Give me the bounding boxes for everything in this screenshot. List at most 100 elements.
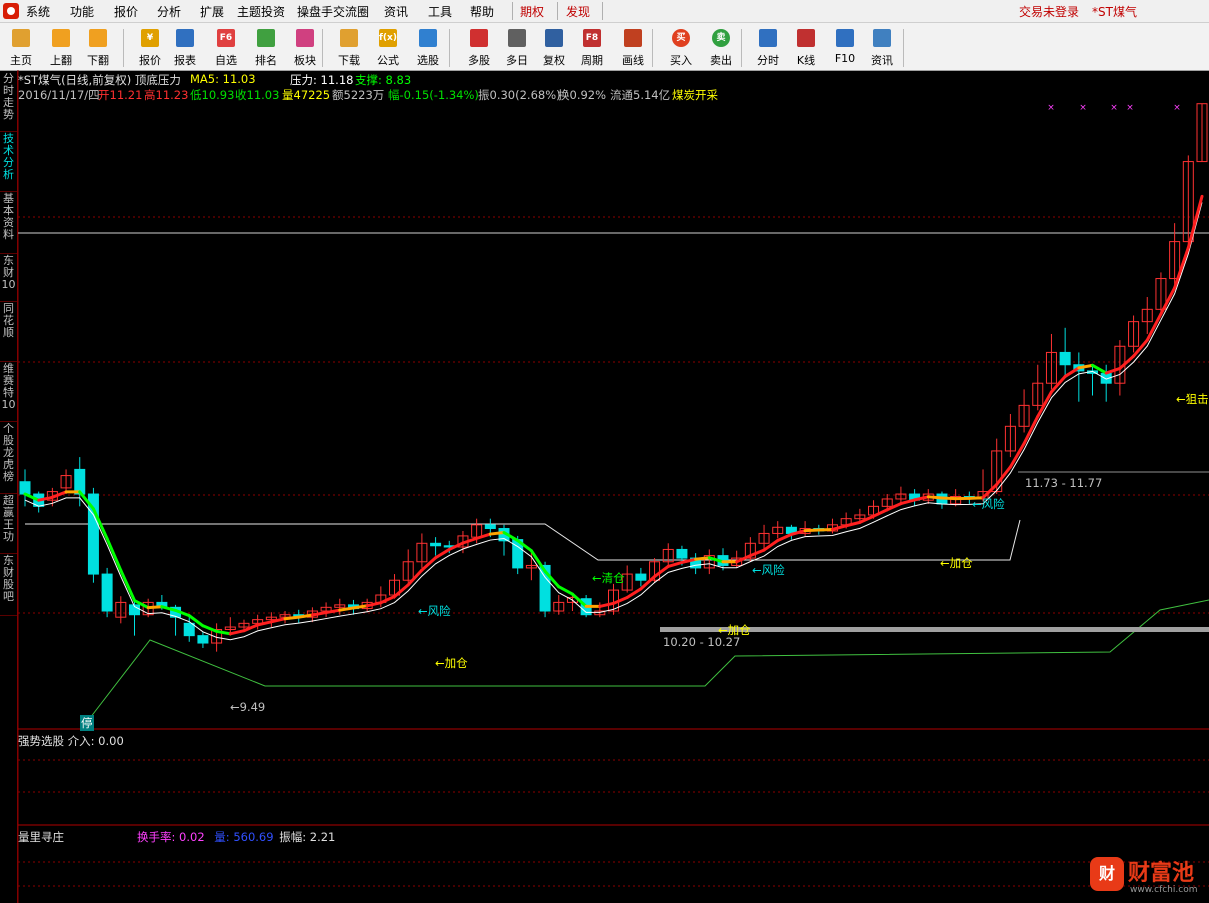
ma-line-segment	[858, 514, 876, 524]
toolbar-button-formula[interactable]: f(x) 公式	[368, 25, 408, 69]
toolbar-button-ranking[interactable]: 排名	[246, 25, 286, 69]
menu-analysis[interactable]: 分析	[157, 3, 181, 20]
candle-body	[662, 548, 674, 563]
menu-quote[interactable]: 报价	[114, 3, 138, 20]
side-tab-8[interactable]: 超赢王功	[0, 495, 17, 554]
side-tab-9[interactable]: 东财股吧	[0, 555, 17, 616]
indicator1-name[interactable]: 强势选股	[18, 734, 64, 748]
ma-line-segment	[1104, 366, 1122, 375]
menu-help[interactable]: 帮助	[470, 3, 494, 20]
toolbar-button-stock-pick[interactable]: 选股	[408, 25, 448, 69]
candle-body	[1141, 308, 1153, 323]
kline-chart[interactable]: × × × × ×	[0, 0, 1209, 903]
candle-body	[1169, 241, 1181, 280]
candle-body	[1045, 351, 1057, 384]
candle-body	[1114, 345, 1126, 384]
toolbar-button-sector[interactable]: 板块	[285, 25, 325, 69]
indicator2-name[interactable]: 量里寻庄	[18, 830, 64, 844]
toolbar-button-download[interactable]: 下载	[329, 25, 369, 69]
ma-line-segment	[680, 557, 698, 564]
candle-body	[717, 555, 729, 566]
toolbar: 主页 上翻 下翻 ¥ 报价 报表 F6 自选 排名 板块 下载 f(x) 公式 选股 多股 多日 复权 F8 周期画…	[0, 23, 1209, 71]
candle-body	[211, 628, 223, 644]
candle-body	[128, 604, 140, 616]
menu-theme-invest[interactable]: 主题投资	[237, 3, 285, 20]
ma-line-segment	[1063, 366, 1081, 378]
toolbar-label: 画线	[622, 54, 644, 67]
menu-options[interactable]: 期权	[520, 3, 544, 20]
candle-body	[471, 524, 483, 538]
indicator2-amplitude: 振幅: 2.21	[279, 830, 336, 844]
ma-line-segment	[187, 614, 205, 628]
side-tab-7[interactable]: 个股龙虎榜	[0, 423, 17, 494]
ma-line-segment	[146, 605, 164, 610]
ma-line-segment	[447, 541, 465, 551]
candle-body	[512, 539, 524, 569]
ma-line-segment	[132, 599, 150, 610]
header-field: 2016/11/17/四	[18, 88, 100, 102]
toolbar-button-draw-line[interactable]: 画线	[613, 25, 653, 69]
candle-body	[580, 598, 592, 616]
adjust-icon	[545, 29, 563, 47]
ma-line-segment	[488, 531, 506, 536]
ma-line-segment	[119, 568, 136, 603]
toolbar-button-report[interactable]: 报表	[165, 25, 205, 69]
candle-body	[594, 610, 606, 616]
ma-line-segment	[830, 524, 848, 531]
side-tab-3[interactable]: 基本资料	[0, 193, 17, 254]
side-tab-4[interactable]: 东财10	[0, 255, 17, 302]
menu-bar: 系统 功能 报价 分析 扩展 主题投资 操盘手交流圈 资讯 工具 帮助 期权 发…	[0, 0, 1209, 23]
toolbar-button-buy[interactable]: 买买入	[661, 25, 701, 69]
ma-line-segment	[557, 585, 574, 596]
side-tab-1[interactable]: 分时走势	[0, 73, 17, 132]
candle-body	[854, 514, 866, 520]
chart-annotation: ←风险	[972, 497, 1005, 511]
ma-line-segment	[844, 520, 862, 528]
toolbar-button-home[interactable]: 主页	[1, 25, 41, 69]
header-field: MA5: 11.03	[190, 72, 256, 86]
header-field: 振0.30(2.68%)	[478, 88, 561, 102]
toolbar-button-news[interactable]: 资讯	[862, 25, 902, 69]
menu-discover[interactable]: 发现	[566, 3, 590, 20]
toolbar-button-sell[interactable]: 卖卖出	[701, 25, 741, 69]
side-tab-6[interactable]: 维赛特10	[0, 363, 17, 422]
toolbar-button-f8[interactable]: F8 周期	[572, 25, 612, 69]
menu-system[interactable]: 系统	[26, 3, 50, 20]
kline-icon	[797, 29, 815, 47]
menu-trader-forum[interactable]: 操盘手交流圈	[297, 3, 369, 20]
signal-marker: ×	[1173, 103, 1181, 113]
side-tab-2[interactable]: 技术分析	[0, 133, 17, 192]
menu-news[interactable]: 资讯	[384, 3, 408, 20]
candle-body	[361, 601, 373, 610]
f10-icon	[836, 29, 854, 47]
candle-body	[19, 481, 31, 495]
toolbar-button-kline[interactable]: K线	[786, 25, 826, 69]
arrow-up-icon	[52, 29, 70, 47]
ma-line-segment	[666, 560, 684, 568]
toolbar-divider	[123, 29, 124, 67]
toolbar-button-f6[interactable]: F6 自选	[206, 25, 246, 69]
app-logo-icon	[3, 3, 19, 19]
toolbar-button-arrow-down[interactable]: 下翻	[78, 25, 118, 69]
ma-line-segment	[50, 490, 68, 499]
menu-function[interactable]: 功能	[70, 3, 94, 20]
menu-tools[interactable]: 工具	[428, 3, 452, 20]
ma-line-segment	[1036, 390, 1053, 418]
ma-line-segment	[242, 623, 260, 633]
report-icon	[176, 29, 194, 47]
login-status[interactable]: 交易未登录	[1019, 3, 1079, 20]
ma-line-segment	[269, 617, 287, 624]
news-icon	[873, 29, 891, 47]
ma-line-segment	[406, 568, 424, 587]
ma-line-segment	[461, 536, 479, 545]
candle-body	[347, 604, 359, 610]
candle-body	[608, 589, 619, 612]
side-tab-5[interactable]: 同花顺	[0, 303, 17, 362]
watermark: 财 财富池 www.cfchi.com	[1088, 853, 1206, 899]
ma-line-segment	[516, 539, 533, 553]
ma-line-segment	[1159, 286, 1177, 316]
menu-extend[interactable]: 扩展	[200, 3, 224, 20]
ma-line-segment	[995, 465, 1012, 486]
indicator1-panel: 强势选股 介入: 0.00	[18, 733, 124, 749]
ma-line-segment	[899, 498, 917, 506]
